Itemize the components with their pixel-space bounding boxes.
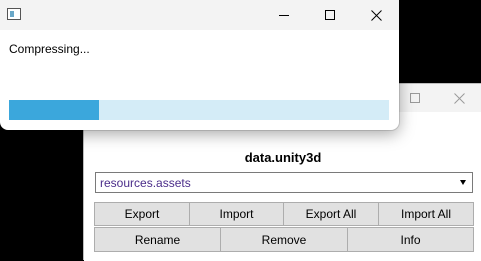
remove-button[interactable]: Remove: [220, 227, 348, 252]
status-text: Compressing...: [9, 42, 90, 56]
chevron-down-icon: [460, 180, 466, 185]
rename-button[interactable]: Rename: [94, 227, 221, 252]
minimize-button[interactable]: [261, 0, 307, 30]
close-icon: [370, 9, 382, 21]
import-button[interactable]: Import: [189, 202, 284, 226]
progress-bar: [9, 100, 389, 120]
progress-dialog: Compressing...: [0, 0, 399, 130]
maximize-button[interactable]: [307, 0, 353, 30]
bundle-close-button[interactable]: [436, 84, 481, 112]
progress-bar-fill: [9, 100, 99, 120]
file-dropdown-value: resources.assets: [100, 176, 191, 190]
info-button[interactable]: Info: [347, 227, 474, 252]
export-all-button[interactable]: Export All: [283, 202, 379, 226]
maximize-icon: [410, 93, 420, 103]
maximize-icon: [325, 10, 335, 20]
file-dropdown[interactable]: resources.assets: [95, 172, 473, 193]
bundle-title: data.unity3d: [244, 150, 322, 165]
close-icon: [453, 92, 465, 104]
close-button[interactable]: [353, 0, 399, 30]
app-icon: [7, 8, 21, 20]
import-all-button[interactable]: Import All: [378, 202, 474, 226]
minimize-icon: [279, 15, 289, 16]
progress-dialog-titlebar: [0, 0, 399, 30]
export-button[interactable]: Export: [94, 202, 190, 226]
